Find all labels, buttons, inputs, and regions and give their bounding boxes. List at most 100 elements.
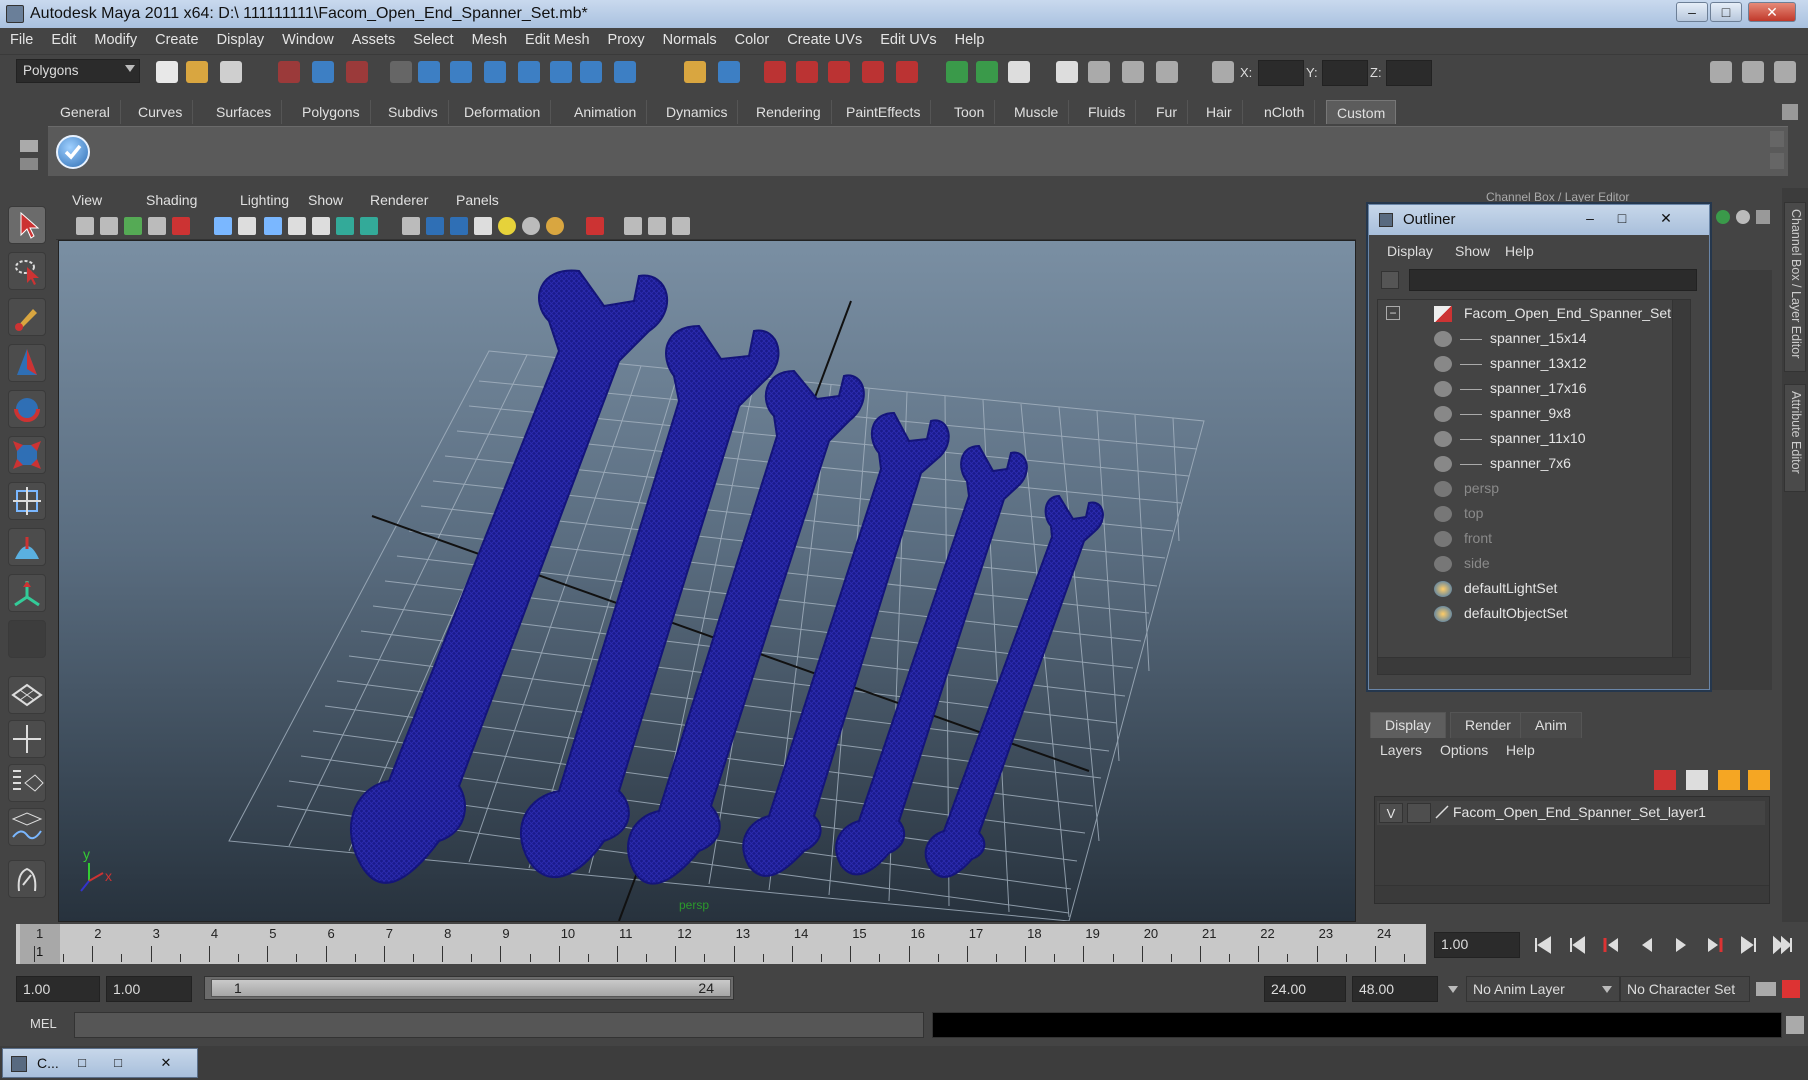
shelf-tab-general[interactable]: General	[50, 100, 121, 124]
snap-curve-icon[interactable]	[450, 61, 472, 83]
show-manipulator-icon[interactable]	[8, 574, 46, 612]
select-object-icon[interactable]	[312, 61, 334, 83]
select-tool-icon[interactable]	[8, 206, 46, 244]
menu-proxy[interactable]: Proxy	[598, 28, 653, 48]
transform-icon[interactable]	[1156, 61, 1178, 83]
outliner-horizontal-scrollbar[interactable]	[1377, 657, 1691, 675]
textured-icon[interactable]	[474, 217, 492, 235]
menu-edit-mesh[interactable]: Edit Mesh	[515, 28, 597, 48]
all-lights-icon[interactable]	[522, 217, 540, 235]
xray-joints-icon[interactable]	[648, 217, 666, 235]
shelf-tab-fur[interactable]: Fur	[1146, 100, 1188, 124]
collapse-icon[interactable]: −	[1386, 306, 1400, 320]
smooth-shading-icon[interactable]	[426, 217, 444, 235]
layer-visibility-toggle[interactable]: V	[1379, 803, 1403, 823]
layer-tab-anim[interactable]: Anim	[1520, 712, 1582, 738]
universal-manipulator-icon[interactable]	[8, 482, 46, 520]
menu-display[interactable]: Display	[207, 28, 273, 48]
menuset-dropdown[interactable]: Polygons	[16, 59, 140, 83]
outliner-filter-icon[interactable]	[1381, 271, 1399, 289]
history-icon[interactable]	[764, 61, 786, 83]
command-input[interactable]	[74, 1012, 924, 1038]
spanner-11x10[interactable]	[835, 444, 1028, 876]
grid-toggle-icon[interactable]	[214, 217, 232, 235]
menu-edit-uvs[interactable]: Edit UVs	[870, 28, 944, 48]
xray-icon[interactable]	[624, 217, 642, 235]
perspective-viewport[interactable]: y x persp	[58, 240, 1356, 922]
image-plane-icon[interactable]	[124, 217, 142, 235]
layer-tab-display[interactable]: Display	[1370, 712, 1446, 738]
hypershade-icon[interactable]	[946, 61, 968, 83]
outliner-item-spanner[interactable]: spanner_15x14	[1378, 327, 1668, 351]
channel-pen-icon[interactable]	[1756, 210, 1770, 224]
time-slider[interactable]: 1 1 2 3 4 5 6 7 8 9 10 11 12 13 14 15 16 17 18 19 20 21 22 23 2…	[16, 924, 1426, 964]
wireframe-shading-icon[interactable]	[402, 217, 420, 235]
animation-end-field[interactable]: 48.00	[1352, 976, 1438, 1002]
chevron-down-icon[interactable]	[1602, 986, 1612, 993]
help-question-icon[interactable]	[614, 61, 636, 83]
menu-file[interactable]: File	[0, 28, 41, 48]
panel-menu-lighting[interactable]: Lighting	[240, 192, 289, 208]
persp-graph-layout-icon[interactable]	[8, 808, 46, 846]
ipr-render-icon[interactable]	[862, 61, 884, 83]
four-view-layout-icon[interactable]	[8, 720, 46, 758]
outliner-item-spanner[interactable]: spanner_13x12	[1378, 352, 1668, 376]
select-component-icon[interactable]	[346, 61, 368, 83]
menu-select[interactable]: Select	[403, 28, 461, 48]
y-field[interactable]	[1322, 60, 1368, 86]
layer-horizontal-scrollbar[interactable]	[1375, 885, 1769, 903]
layout-toggle-icon[interactable]	[1742, 61, 1764, 83]
shelf-menu-icon[interactable]	[20, 140, 38, 152]
snap-plane-icon[interactable]	[518, 61, 540, 83]
menu-create[interactable]: Create	[145, 28, 207, 48]
two-d-pan-icon[interactable]	[148, 217, 166, 235]
key-icon[interactable]	[1756, 982, 1776, 996]
menu-edit[interactable]: Edit	[41, 28, 84, 48]
outliner-item-camera[interactable]: top	[1378, 502, 1668, 526]
outliner-vertical-scrollbar[interactable]	[1672, 300, 1690, 660]
shelf-tab-ncloth[interactable]: nCloth	[1254, 100, 1316, 124]
channel-box-icon[interactable]	[1088, 61, 1110, 83]
z-field[interactable]	[1386, 60, 1432, 86]
minimized-close-button[interactable]: ✕	[155, 1052, 177, 1074]
menu-mesh[interactable]: Mesh	[462, 28, 515, 48]
current-frame-field[interactable]: 1.00	[1434, 932, 1520, 958]
select-hierarchy-icon[interactable]	[278, 61, 300, 83]
rotate-tool-icon[interactable]	[8, 390, 46, 428]
x-field[interactable]	[1258, 60, 1304, 86]
scale-tool-icon[interactable]	[8, 436, 46, 474]
shelf-tab-polygons[interactable]: Polygons	[292, 100, 371, 124]
layer-row[interactable]: V Facom_Open_End_Spanner_Set_layer1	[1377, 801, 1765, 825]
panel-menu-panels[interactable]: Panels	[456, 192, 499, 208]
field-chart-icon[interactable]	[312, 217, 330, 235]
save-scene-icon[interactable]	[220, 61, 242, 83]
render-view-icon[interactable]	[796, 61, 818, 83]
outliner-item-camera[interactable]: front	[1378, 527, 1668, 551]
vtab-attribute-editor[interactable]: Attribute Editor	[1784, 384, 1806, 492]
character-set-dropdown[interactable]: No Character Set	[1620, 976, 1750, 1002]
outliner-item-set[interactable]: defaultLightSet	[1378, 577, 1668, 601]
step-forward-icon[interactable]	[1736, 934, 1762, 956]
absolute-transform-icon[interactable]	[1212, 61, 1234, 83]
attribute-editor-icon[interactable]	[1008, 61, 1030, 83]
isolate-select-icon[interactable]	[586, 217, 604, 235]
outliner-item-camera[interactable]: side	[1378, 552, 1668, 576]
mel-label[interactable]: MEL	[30, 1016, 57, 1031]
new-layer-from-selection-icon[interactable]	[1748, 770, 1770, 790]
outliner-menu-display[interactable]: Display	[1387, 243, 1433, 259]
panel-menu-renderer[interactable]: Renderer	[370, 192, 428, 208]
range-slider-handle[interactable]: 1 24	[211, 979, 731, 997]
lasso-tool-icon[interactable]	[8, 252, 46, 290]
menu-assets[interactable]: Assets	[342, 28, 404, 48]
outliner-item-spanner[interactable]: spanner_17x16	[1378, 377, 1668, 401]
go-to-end-icon[interactable]	[1770, 934, 1796, 956]
shelf-tabs-icon[interactable]	[20, 158, 38, 170]
shadows-icon[interactable]	[546, 217, 564, 235]
panel-menu-view[interactable]: View	[72, 192, 102, 208]
minimized-restore-button[interactable]: □	[71, 1052, 93, 1074]
outliner-item-spanner[interactable]: spanner_9x8	[1378, 402, 1668, 426]
step-forward-key-icon[interactable]	[1702, 934, 1728, 956]
wireframe-on-shaded-icon[interactable]	[450, 217, 468, 235]
safe-title-icon[interactable]	[360, 217, 378, 235]
trash-icon[interactable]	[1782, 104, 1798, 120]
